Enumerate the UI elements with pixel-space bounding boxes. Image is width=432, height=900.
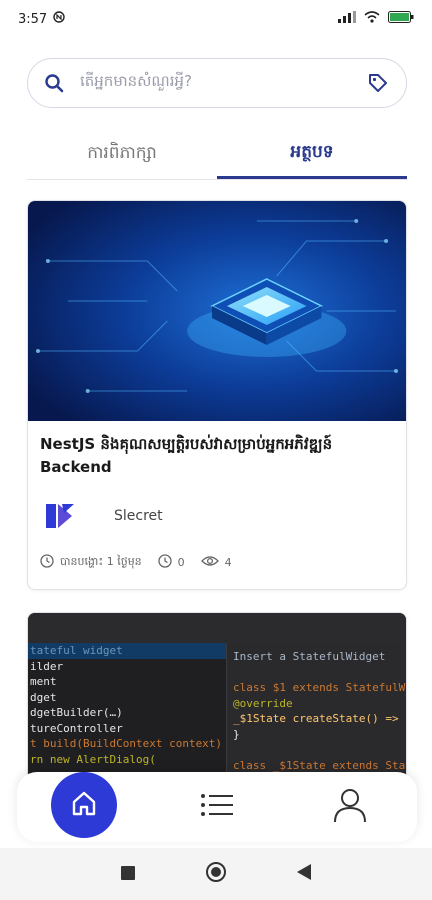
code-line: t build(BuildContext context) { [30,737,226,750]
article-meta: បានបង្ហោះ 1 ថ្ងៃមុន 0 4 [28,554,406,571]
author-row[interactable]: Slecret [28,496,406,536]
code-line: _$1State createState() => [233,712,399,725]
code-suggestion-list: tateful widget ilder ment dget dgetBuild… [28,643,226,767]
nav-home-button[interactable] [50,772,117,838]
view-count: 4 [224,556,232,569]
clock-icon [40,554,54,571]
recent-apps-icon[interactable] [121,865,135,884]
nav-profile-button[interactable] [317,774,383,840]
code-line: ment [30,675,57,688]
profile-icon [333,787,367,827]
list-icon [200,792,234,822]
wifi-icon [364,11,380,27]
article-card[interactable]: NestJS និងគុណសម្បត្តិរបស់វាសម្រាប់អ្នកអភ… [27,200,407,590]
article-cover-image [28,201,406,421]
author-logo-icon [40,496,80,536]
code-line: ilder [30,659,64,673]
code-line: class $1 extends StatefulWid [233,681,407,694]
code-line: dgetBuilder(…) [30,706,123,719]
tag-icon[interactable] [366,71,390,95]
search-bar[interactable]: តើអ្នកមានសំណួរអ្វី? [27,58,407,108]
code-line: Insert a StatefulWidget [233,650,386,663]
article-title[interactable]: NestJS និងគុណសម្បត្តិរបស់វាសម្រាប់អ្នកអភ… [28,421,406,478]
status-bar: 3:57 [0,0,432,38]
code-line: @override [233,696,293,710]
search-input[interactable]: តើអ្នកមានសំណួរអ្វី? [80,72,366,94]
status-time: 3:57 [18,11,48,27]
code-line: tureController [30,721,123,735]
content-tabs: ការពិភាក្សា អត្ថបទ [27,130,407,180]
comment-count: 0 [177,556,185,569]
comment-icon [158,554,172,571]
nav-list-button[interactable] [184,774,250,840]
nfc-icon [53,11,65,27]
signal-icon [338,11,356,27]
tab-articles[interactable]: អត្ថបទ [217,130,407,179]
eye-icon [200,555,219,570]
back-icon[interactable] [297,864,311,884]
code-line: class _$1State extends State [233,758,407,772]
system-navigation-bar [0,848,432,900]
battery-icon [388,11,414,27]
bottom-navigation [17,772,417,842]
home-icon [69,788,99,822]
home-circle-icon[interactable] [205,861,227,887]
code-line: dget [30,690,57,704]
code-line: } [233,727,240,741]
search-icon [42,71,66,95]
code-line: tateful widget [28,643,226,659]
code-line: rn new AlertDialog( [30,752,156,766]
author-name[interactable]: Slecret [114,508,163,524]
tab-discussions[interactable]: ការពិភាក្សា [27,130,217,179]
posted-time: បានបង្ហោះ 1 ថ្ងៃមុន [60,554,142,568]
